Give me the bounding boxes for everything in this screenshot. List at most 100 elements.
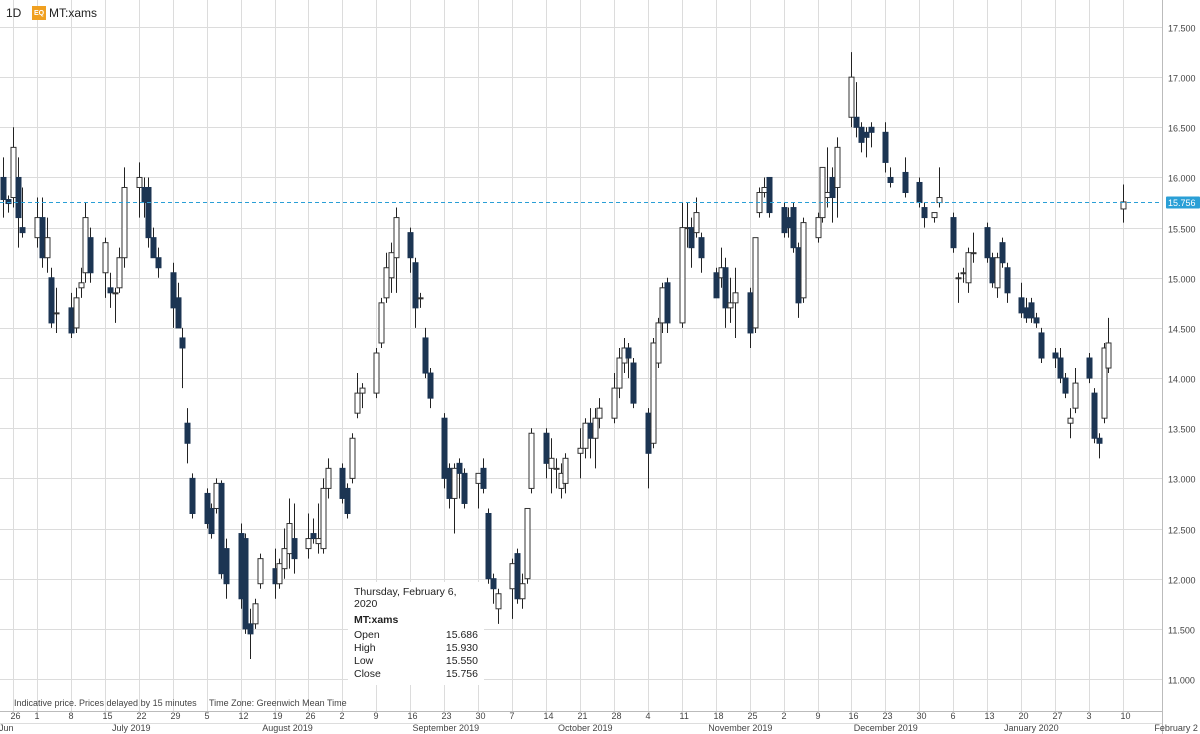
candle-body <box>562 457 569 484</box>
candle-body <box>145 186 152 239</box>
y-tick-label: 17.000 <box>1168 74 1196 84</box>
tooltip-label: Open <box>354 629 380 641</box>
candle-body <box>354 392 361 414</box>
candle-body <box>446 467 453 499</box>
candle-body <box>519 583 526 600</box>
candle-body <box>761 186 768 194</box>
candle-body <box>485 512 492 580</box>
candle-body <box>650 342 657 444</box>
candle-body <box>68 307 75 334</box>
candle-body <box>87 237 94 274</box>
month-label: Jun <box>0 723 14 733</box>
candle-body <box>208 507 215 535</box>
candle-body <box>155 257 162 269</box>
candle-body <box>713 272 720 299</box>
x-tick-label: 28 <box>612 711 622 721</box>
y-tick-label: 11.500 <box>1168 626 1195 636</box>
candle-body <box>451 467 458 499</box>
x-tick-label: 27 <box>1053 711 1063 721</box>
tooltip-row-high: High 15.930 <box>354 642 478 655</box>
x-tick-label: 5 <box>205 711 210 721</box>
y-tick-label: 14.000 <box>1168 375 1196 385</box>
candle-body <box>286 523 293 555</box>
y-tick-label: 12.500 <box>1168 526 1196 536</box>
symbol-label[interactable]: MT:xams <box>49 6 97 20</box>
candle-body <box>965 252 972 284</box>
candle-body <box>179 337 186 349</box>
candle-body <box>393 217 400 259</box>
x-tick-label: 21 <box>578 711 588 721</box>
y-tick-label: 11.000 <box>1168 676 1195 686</box>
candle-body <box>577 447 584 454</box>
candle-body <box>611 387 618 419</box>
candle-body <box>834 146 841 188</box>
candle-body <box>863 131 870 138</box>
candle-body <box>960 272 967 275</box>
candle-body <box>19 227 26 234</box>
tooltip-symbol: MT:xams <box>354 614 399 626</box>
candle-body <box>524 507 531 580</box>
candle-body <box>412 262 419 309</box>
candle-body <box>73 297 80 329</box>
candle-body <box>344 487 351 514</box>
candle-body <box>112 292 119 295</box>
candle-body <box>592 417 599 439</box>
month-label: December 2019 <box>854 723 918 733</box>
candle-body <box>553 467 560 470</box>
candle-body <box>989 257 996 284</box>
candle-body <box>78 282 85 289</box>
tooltip-value: 15.686 <box>445 629 478 641</box>
candle-body <box>1072 382 1079 409</box>
candle-body <box>858 126 865 143</box>
x-tick-label: 7 <box>510 711 515 721</box>
candle-body <box>747 292 754 334</box>
x-tick-label: 16 <box>849 711 859 721</box>
candle-body <box>727 302 734 309</box>
candle-body <box>1067 417 1074 424</box>
tooltip-value: 15.930 <box>445 642 478 654</box>
x-tick-label: 6 <box>951 711 956 721</box>
candle-body <box>655 322 662 364</box>
candle-body <box>480 467 487 489</box>
month-label: February 2 <box>1154 723 1198 733</box>
candle-body <box>475 472 482 484</box>
candle-body <box>931 212 938 219</box>
x-tick-label: 14 <box>544 711 554 721</box>
x-tick-label: 30 <box>476 711 486 721</box>
candle-body <box>82 217 89 274</box>
candle-body <box>310 533 317 540</box>
candle-body <box>427 372 434 399</box>
candle-body <box>10 146 17 199</box>
interval-selector[interactable]: 1D <box>6 6 32 20</box>
x-tick-label: 9 <box>816 711 821 721</box>
x-tick-label: 26 <box>306 711 316 721</box>
candle-body <box>1038 332 1045 359</box>
equity-badge-icon: EQ <box>32 6 46 20</box>
candle-body <box>39 217 46 259</box>
x-tick-label: 19 <box>273 711 283 721</box>
candle-body <box>257 558 264 585</box>
x-tick-label: 2 <box>782 711 787 721</box>
candle-body <box>587 422 594 439</box>
candle-body <box>441 417 448 479</box>
candle-body <box>819 166 826 219</box>
candle-body <box>582 422 589 449</box>
candle-body <box>305 538 312 550</box>
price-chart[interactable]: 11.000 11.500 12.000 12.500 13.000 13.500 14.0… <box>0 0 1200 734</box>
candle-body <box>868 126 875 133</box>
candle-body <box>184 422 191 444</box>
y-tick-label: 15.500 <box>1168 225 1196 235</box>
candle-body <box>1004 267 1011 294</box>
candle-body <box>15 176 22 219</box>
candle-body <box>984 227 991 259</box>
candle-body <box>1105 342 1112 369</box>
candle-body <box>349 437 356 479</box>
tooltip-label: High <box>354 642 376 654</box>
y-tick-label: 12.000 <box>1168 576 1196 586</box>
x-tick-label: 9 <box>374 711 379 721</box>
candle-body <box>121 186 128 259</box>
candle-body <box>616 357 623 389</box>
candle-body <box>766 176 773 214</box>
candle-body <box>291 538 298 560</box>
x-tick-label: 25 <box>748 711 758 721</box>
